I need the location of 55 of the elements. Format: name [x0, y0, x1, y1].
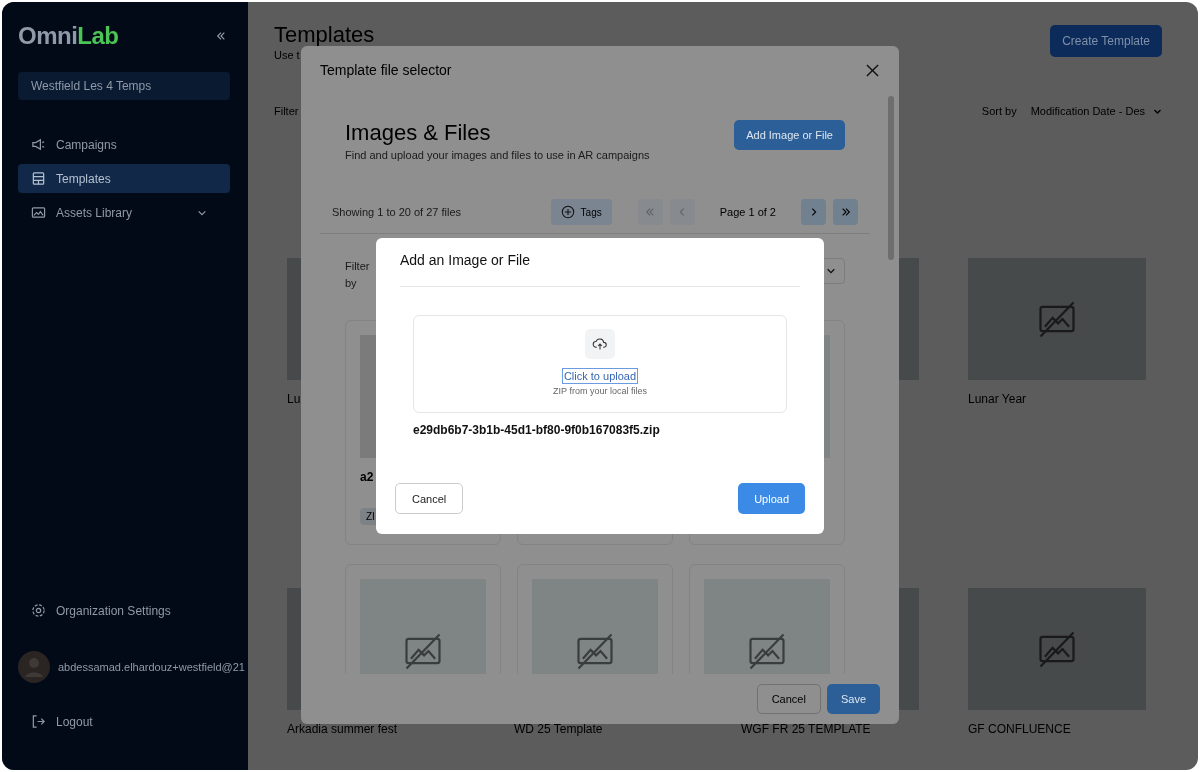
settings-icon	[31, 603, 46, 618]
template-name: WGF FR 25 TEMPLATE	[741, 722, 872, 736]
user-email: abdessamad.elhardouz+westfield@21	[58, 661, 245, 673]
section-description: Find and upload your images and files to use in AR campaigns	[345, 149, 650, 161]
organization-selector[interactable]: Westfield Les 4 Temps	[18, 72, 230, 100]
logo: OmniLab	[18, 22, 119, 50]
logout-icon	[31, 714, 46, 729]
selected-file-name: e29db6b7-3b1b-45d1-bf80-9f0b167083f5.zip	[413, 423, 661, 437]
settings-link[interactable]: Organization Settings	[18, 596, 230, 625]
filter-label: Filter by	[345, 259, 371, 291]
upload-icon	[585, 329, 615, 359]
template-name: WD 25 Template	[514, 722, 604, 736]
logout-link[interactable]: Logout	[18, 707, 230, 736]
tags-button[interactable]: Tags	[550, 199, 612, 225]
filter-label: Filter	[274, 105, 299, 117]
sort-label: Sort by	[981, 105, 1017, 117]
page-indicator: Page 1 of 2	[719, 206, 776, 218]
template-name: Arkadia summer fest	[287, 722, 399, 736]
dialog-title: Add an Image or File	[400, 252, 531, 268]
collapse-icon[interactable]	[216, 31, 226, 41]
upload-hint: ZIP from your local files	[553, 386, 647, 396]
chevron-icon	[826, 266, 836, 276]
upload-button[interactable]: Upload	[738, 483, 805, 514]
nav-item[interactable]: Templates	[18, 164, 230, 193]
nav-item[interactable]: Campaigns	[18, 130, 230, 159]
scrollbar[interactable]	[888, 96, 894, 260]
template-thumbnail[interactable]	[968, 258, 1146, 380]
cancel-button[interactable]: Cancel	[756, 684, 821, 714]
results-count: Showing 1 to 20 of 27 files	[332, 206, 462, 218]
template-name: Lu	[287, 392, 302, 406]
file-name: a2	[360, 470, 375, 484]
nav-item[interactable]: Assets Library	[18, 198, 230, 227]
cancel-button[interactable]: Cancel	[395, 483, 464, 514]
next-page-button[interactable]	[801, 199, 826, 225]
page-subtitle: Use t	[274, 49, 301, 61]
template-name: Lunar Year	[968, 392, 1028, 406]
template-name: GF CONFLUENCE	[968, 722, 1072, 736]
double-chevron-right-icon	[840, 207, 851, 217]
plus-circle-icon	[560, 205, 575, 219]
page-title: Templates	[274, 22, 375, 48]
dialog-title: Template file selector	[320, 62, 452, 78]
last-page-button[interactable]	[833, 199, 858, 225]
double-chevron-left-icon	[645, 207, 656, 217]
drop-zone[interactable]: Click to upload ZIP from your local files	[413, 315, 787, 413]
close-icon[interactable]	[866, 63, 879, 77]
add-file-button[interactable]: Add Image or File	[734, 120, 845, 150]
section-heading: Images & Files	[345, 120, 492, 146]
upload-link[interactable]: Click to upload	[561, 368, 639, 384]
megaphone-icon	[31, 137, 46, 152]
avatar-icon	[18, 651, 50, 683]
template-thumbnail[interactable]	[968, 588, 1146, 710]
image-library-icon	[31, 205, 46, 220]
save-button[interactable]: Save	[826, 684, 880, 714]
template-icon	[31, 171, 46, 186]
create-template-button[interactable]: Create Template	[1050, 25, 1162, 57]
